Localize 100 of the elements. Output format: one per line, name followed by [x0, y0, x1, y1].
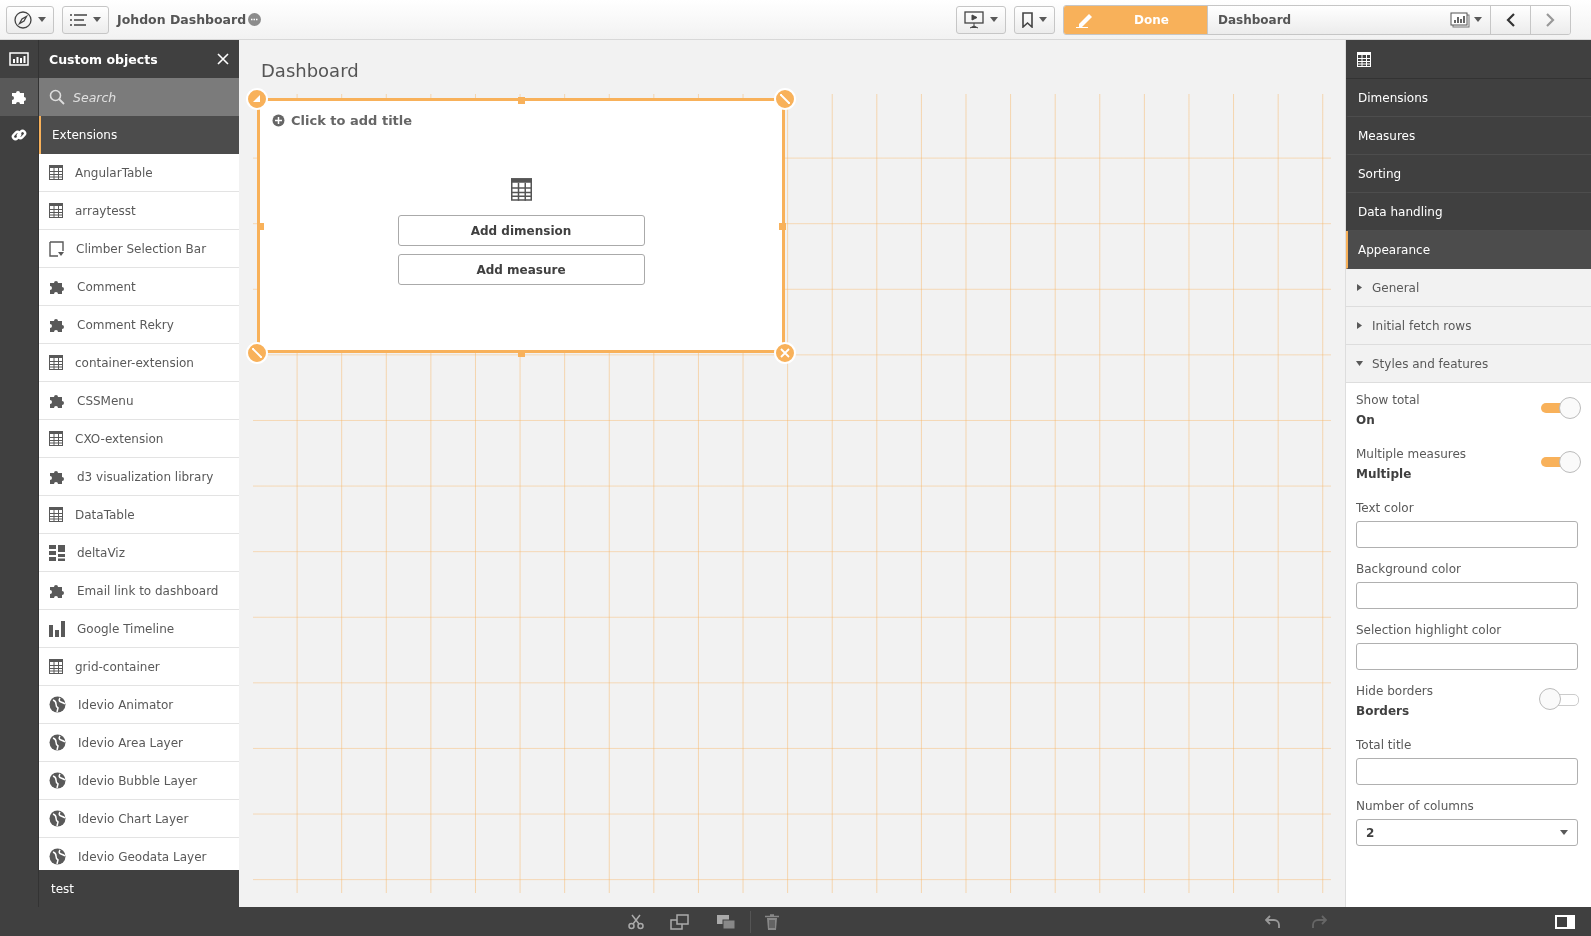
field-label: Text color [1356, 501, 1415, 515]
search-field[interactable]: Search [39, 78, 239, 116]
list-icon [70, 13, 87, 26]
field-label: Hide borders [1356, 684, 1434, 698]
toggle-value: Borders [1356, 704, 1411, 718]
chart-icon [1450, 11, 1470, 28]
navigation-menu-button[interactable] [6, 5, 54, 34]
plus-circle-icon [272, 114, 285, 127]
previous-sheet-button[interactable] [1490, 5, 1530, 34]
add-title-prompt[interactable]: Click to add title [291, 113, 413, 128]
toggle-value: On [1356, 413, 1376, 427]
table-icon [49, 165, 63, 180]
sheet-list-button[interactable] [62, 5, 109, 34]
globe-icon [49, 848, 66, 865]
puzzle-icon [49, 392, 65, 409]
globe-icon [49, 772, 66, 789]
corner-handle[interactable] [246, 342, 268, 364]
resize-handle[interactable] [518, 350, 525, 357]
globe-icon [49, 734, 66, 751]
extension-item[interactable]: CXO-extension [39, 420, 239, 458]
caret-icon [1560, 830, 1568, 835]
property-group-header[interactable]: General [1346, 269, 1591, 307]
sheet-name: Dashboard [1207, 5, 1442, 34]
table-icon [49, 355, 63, 370]
grid-icon [49, 544, 65, 561]
property-group-header[interactable]: Styles and features [1346, 345, 1591, 383]
property-section[interactable]: Data handling [1346, 193, 1591, 231]
sheet-title: Dashboard [261, 60, 360, 83]
toggle-switch[interactable] [1539, 688, 1581, 710]
table-icon [49, 507, 63, 522]
property-section[interactable]: Measures [1346, 117, 1591, 155]
presentation-button[interactable] [956, 5, 1007, 34]
property-section[interactable]: Sorting [1346, 155, 1591, 193]
category-item[interactable]: test [39, 870, 239, 907]
table-icon [49, 203, 63, 218]
corner-handle[interactable] [246, 88, 268, 110]
corner-handle[interactable] [774, 342, 796, 364]
field-label: Selection highlight color [1356, 623, 1503, 637]
chevron-right-icon [1546, 12, 1555, 27]
puzzle-icon [49, 278, 65, 295]
extension-item[interactable]: AngularTable [39, 154, 239, 192]
text-input-field[interactable] [1356, 758, 1578, 785]
caret-icon [1474, 17, 1482, 22]
puzzle-icon [49, 468, 65, 485]
extensions-category[interactable]: Extensions [39, 116, 239, 154]
color-input-field[interactable] [1356, 643, 1578, 670]
copy-icon [670, 913, 690, 930]
color-input-field[interactable] [1356, 521, 1578, 548]
extension-item[interactable]: Idevio Chart Layer [39, 800, 239, 838]
dropdown-field[interactable]: 2 [1356, 819, 1578, 846]
add-dimension-button[interactable]: Add dimension [397, 215, 645, 246]
add-measure-button[interactable]: Add measure [397, 254, 645, 285]
presentation-icon [964, 10, 985, 29]
chart-placeholder-card[interactable]: Click to add title Add dimension Add measure [257, 98, 785, 353]
app-title: Johdon Dashboard [117, 12, 247, 27]
extension-item[interactable]: grid-container [39, 648, 239, 686]
puzzle-icon [11, 89, 27, 105]
extension-item[interactable]: DataTable [39, 496, 239, 534]
resize-handle[interactable] [518, 97, 525, 104]
undo-icon [1265, 914, 1281, 929]
property-group-header[interactable]: Initial fetch rows [1346, 307, 1591, 345]
layers-icon [716, 913, 736, 930]
compass-icon [14, 10, 32, 29]
table-icon [510, 178, 532, 201]
field-label: Multiple measures [1356, 447, 1467, 461]
scissors-icon [628, 913, 644, 930]
toggle-switch[interactable] [1539, 397, 1581, 419]
resize-handle[interactable] [257, 223, 264, 230]
extension-item[interactable]: container-extension [39, 344, 239, 382]
bookmark-button[interactable] [1014, 5, 1056, 34]
caret-icon [38, 17, 46, 22]
close-button[interactable] [217, 53, 229, 65]
toggle-switch[interactable] [1539, 451, 1581, 473]
panel-icon [1555, 914, 1575, 929]
puzzle-icon [49, 316, 65, 333]
caret-icon [990, 17, 999, 22]
field-label: Background color [1356, 562, 1462, 576]
extension-item[interactable]: arraytesst [39, 192, 239, 230]
chevron-left-icon [1506, 12, 1515, 27]
toggle-value: Multiple [1356, 467, 1413, 481]
bookmark-icon [1022, 11, 1034, 28]
bars-icon [49, 620, 65, 637]
property-section[interactable]: Dimensions [1346, 79, 1591, 117]
caret-icon [93, 17, 101, 22]
extension-item[interactable]: deltaViz [39, 534, 239, 572]
pencil-icon [1076, 11, 1095, 28]
color-input-field[interactable] [1356, 582, 1578, 609]
field-label: Total title [1356, 738, 1413, 752]
trash-icon [765, 913, 779, 930]
corner-handle[interactable] [774, 88, 796, 110]
extension-item[interactable]: Idevio Animator [39, 686, 239, 724]
extension-item[interactable]: Idevio Area Layer [39, 724, 239, 762]
table-icon [1357, 51, 1371, 67]
extension-item[interactable]: Idevio Bubble Layer [39, 762, 239, 800]
globe-icon [49, 810, 66, 827]
panel-title: Custom objects [49, 51, 158, 67]
field-label: Number of columns [1356, 799, 1475, 813]
resize-handle[interactable] [779, 223, 786, 230]
redo-icon [1311, 914, 1327, 929]
property-section[interactable]: Appearance [1346, 231, 1591, 269]
